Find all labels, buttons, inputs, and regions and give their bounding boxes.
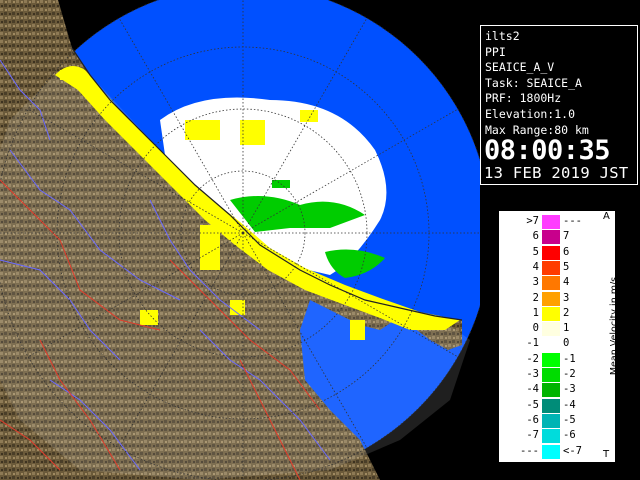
legend-color-swatch <box>542 306 560 321</box>
legend-color-swatch <box>542 276 560 291</box>
legend-color-swatch <box>542 245 560 260</box>
legend-row-lower-label: 3 <box>563 291 570 304</box>
legend-row-upper-label: 2 <box>532 291 539 304</box>
legend-row-upper-label: -3 <box>526 368 539 380</box>
legend-bottom-marker: T <box>603 449 610 460</box>
legend-row-lower-label: 6 <box>563 245 570 258</box>
legend-row: 01 <box>501 321 599 337</box>
observation-time: 08:00:35 <box>484 135 611 167</box>
legend-color-swatch <box>542 352 560 367</box>
legend-row: 56 <box>501 245 599 260</box>
legend-row-upper-label: 0 <box>532 322 539 335</box>
legend-color-swatch <box>542 429 560 444</box>
legend-row-lower-label: 2 <box>563 306 570 319</box>
legend-row: -7 -6 <box>501 428 599 444</box>
elevation-value: Elevation:1.0 <box>485 106 576 121</box>
legend-row-upper-label: -6 <box>526 413 539 426</box>
legend-row-upper-label: --- <box>520 444 539 457</box>
legend-row: 12 <box>501 306 599 321</box>
task-name: SEAICE_A_V <box>485 60 555 75</box>
legend-row: 45 <box>501 260 599 275</box>
legend-row-upper-label: 6 <box>532 230 539 243</box>
legend-color-swatch <box>542 260 560 275</box>
scan-type: PPI <box>485 44 506 59</box>
legend-color-swatch <box>542 368 560 382</box>
legend-color-swatch <box>542 215 560 229</box>
legend-color-swatch <box>542 444 560 459</box>
legend-row: --- <-7 <box>501 444 599 459</box>
radar-ppi-map <box>0 0 480 480</box>
legend-row-upper-label: >7 <box>526 215 539 227</box>
legend-row-lower-label: -1 <box>563 352 576 365</box>
task-line: Task: SEAICE_A <box>485 75 582 90</box>
legend-row-lower-label: -2 <box>563 368 576 380</box>
legend-row-lower-label: -4 <box>563 398 576 411</box>
legend-color-swatch <box>542 337 560 352</box>
radar-info-panel: ilts2 PPI SEAICE_A_V Task: SEAICE_A PRF:… <box>480 25 638 185</box>
legend-color-swatch <box>542 383 560 398</box>
velocity-legend: >7 --- 6 7 5 6 4 5 3 4 2 3 1 2 0 1 -1 0 -2 -1 -3 -2 -4 -3 -5 -4 -6… <box>498 210 620 464</box>
legend-row: -1 0 <box>501 336 599 352</box>
legend-color-swatch <box>542 413 560 428</box>
legend-row-lower-label: -3 <box>563 383 576 396</box>
legend-row-lower-label: 1 <box>563 322 570 335</box>
legend-title: Mean Velocity in m/s <box>609 276 620 376</box>
legend-color-swatch <box>542 322 560 337</box>
legend-row-upper-label: -4 <box>526 383 539 396</box>
legend-color-swatch <box>542 398 560 413</box>
legend-row-upper-label: 4 <box>532 260 539 273</box>
legend-row-lower-label: 4 <box>563 276 570 289</box>
legend-row: -2 -1 <box>501 352 599 367</box>
legend-row: -5 -4 <box>501 398 599 413</box>
legend-row: -6 -5 <box>501 413 599 428</box>
legend-row-upper-label: 5 <box>532 245 539 258</box>
legend-row-upper-label: -2 <box>526 352 539 365</box>
legend-row: 34 <box>501 275 599 291</box>
legend-row: -3 -2 <box>501 367 599 382</box>
legend-row-lower-label: 5 <box>563 260 570 273</box>
legend-row-lower-label: --- <box>563 215 582 227</box>
legend-color-swatch <box>542 291 560 306</box>
station-name: ilts2 <box>485 29 520 43</box>
prf-value: PRF: 1800Hz <box>485 91 562 106</box>
legend-row-upper-label: 1 <box>532 306 539 319</box>
legend-color-swatch <box>542 230 560 245</box>
legend-row-lower-label: -5 <box>563 413 576 426</box>
legend-row-lower-label: 7 <box>563 230 570 243</box>
legend-row: 23 <box>501 291 599 306</box>
legend-row-upper-label: -5 <box>526 398 539 411</box>
legend-row-lower-label: <-7 <box>563 444 582 457</box>
observation-date: 13 FEB 2019 JST <box>484 164 629 183</box>
legend-row: -4 -3 <box>501 382 599 398</box>
legend-row-lower-label: 0 <box>563 337 570 350</box>
legend-row-upper-label: -7 <box>526 429 539 442</box>
legend-row-lower-label: -6 <box>563 429 576 442</box>
legend-row-upper-label: -1 <box>526 337 539 350</box>
legend-scale: >7 --- 6 7 5 6 4 5 3 4 2 3 1 2 0 1 -1 0 -2 -1 -3 -2 -4 -3 -5 -4 -6… <box>501 211 599 464</box>
legend-row: >7 --- <box>501 214 599 229</box>
legend-row: 67 <box>501 229 599 245</box>
legend-row-upper-label: 3 <box>532 276 539 289</box>
